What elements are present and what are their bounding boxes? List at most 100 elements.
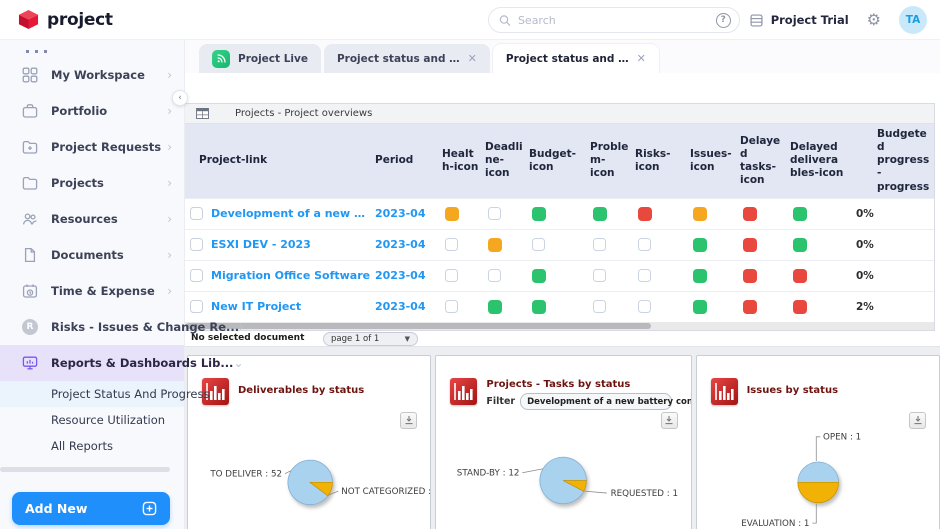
status-issues-indicator — [693, 300, 707, 314]
close-icon[interactable]: ✕ — [468, 52, 477, 65]
sidebar-item-documents[interactable]: Documents › — [0, 237, 184, 273]
table-body: Development of a new battery concept2023… — [185, 198, 934, 322]
status-risks-indicator — [638, 300, 651, 313]
sidebar-subitem-project-status-and-progress[interactable]: Project Status And Progress — [0, 381, 184, 407]
filter-value: Development of a new battery concept — [527, 397, 691, 407]
period-link[interactable]: 2023-04 — [372, 292, 439, 322]
status-budget-indicator — [532, 238, 545, 251]
dashboard-monitor-icon — [22, 355, 38, 371]
row-checkbox[interactable] — [190, 207, 203, 220]
row-checkbox[interactable] — [190, 300, 203, 313]
add-new-button[interactable]: Add New — [12, 492, 170, 525]
sidebar-item-reports-dashboards[interactable]: Reports & Dashboards Lib... ⌄ — [0, 345, 184, 381]
pager-value: page 1 of 1 — [331, 334, 379, 344]
sidebar-subitem-all-reports[interactable]: All Reports — [0, 433, 184, 459]
table-row: Development of a new battery concept2023… — [185, 198, 934, 229]
horizontal-scrollbar[interactable] — [185, 322, 934, 330]
topbar: project ? Project Trial ⚙ TA — [0, 0, 940, 40]
status-delayed-tasks-indicator — [743, 269, 757, 283]
sidebar-collapse-button[interactable]: ‹ — [172, 90, 188, 106]
sidebar-item-resources[interactable]: Resources › — [0, 201, 184, 237]
project-link[interactable]: Migration Office Software — [211, 269, 370, 282]
project-link[interactable]: New IT Project — [211, 300, 301, 313]
pie-slice-evaluation[interactable] — [797, 482, 838, 502]
column-header-2: Health-icon — [439, 144, 482, 178]
report-content: Projects - Project overviews Project-lin… — [185, 73, 940, 529]
project-link[interactable]: ESXI DEV - 2023 — [211, 238, 311, 251]
chevron-right-icon: › — [167, 68, 172, 82]
budgeted-progress-value: 2% — [847, 292, 935, 322]
sidebar: My Workspace › Portfolio › Project Reque… — [0, 40, 185, 529]
project-link[interactable]: Development of a new battery concept — [211, 207, 372, 220]
status-deadline-indicator — [488, 300, 502, 314]
table-header-row: Project-linkPeriodHealth-iconDeadline-ic… — [185, 124, 934, 198]
settings-gear-icon[interactable]: ⚙ — [867, 12, 881, 28]
status-health-indicator — [445, 207, 459, 221]
status-risks-indicator — [638, 269, 651, 282]
document-icon — [22, 247, 38, 263]
period-link[interactable]: 2023-04 — [372, 199, 439, 229]
project-trial[interactable]: Project Trial — [749, 13, 849, 28]
period-link[interactable]: 2023-04 — [372, 261, 439, 291]
sidebar-item-time-expense[interactable]: Time & Expense › — [0, 273, 184, 309]
row-checkbox[interactable] — [190, 238, 203, 251]
sidebar-label: Documents — [51, 248, 124, 262]
help-icon[interactable]: ? — [716, 13, 731, 28]
status-delayed-deliverables-indicator — [793, 269, 807, 283]
app-logo[interactable]: project — [0, 9, 113, 30]
pie-slice-open[interactable] — [797, 462, 838, 482]
sidebar-item-my-workspace[interactable]: My Workspace › — [0, 57, 184, 93]
budgeted-progress-value: 0% — [847, 199, 935, 229]
status-problem-indicator — [593, 238, 606, 251]
status-delayed-deliverables-indicator — [793, 300, 807, 314]
pager-select[interactable]: page 1 of 1 ▼ — [323, 332, 418, 346]
logo-text: project — [47, 10, 113, 30]
period-link[interactable]: 2023-04 — [372, 230, 439, 260]
download-chart-button[interactable] — [661, 412, 678, 429]
status-issues-indicator — [693, 238, 707, 252]
sidebar-item-portfolio[interactable]: Portfolio › — [0, 93, 184, 129]
column-header-4: Budget-icon — [526, 144, 587, 178]
close-icon[interactable]: ✕ — [637, 52, 646, 65]
search-icon — [499, 14, 511, 27]
no-selected-document-label: No selected document — [185, 333, 304, 343]
download-chart-button[interactable] — [909, 412, 926, 429]
tab-label: Project status and … — [506, 53, 629, 65]
sidebar-label: Risks - Issues & Change Re... — [51, 320, 239, 334]
sidebar-item-project-requests[interactable]: Project Requests › — [0, 129, 184, 165]
status-budget-indicator — [532, 207, 546, 221]
sidebar-item-risks-issues[interactable]: R Risks - Issues & Change Re... › — [0, 309, 184, 345]
user-avatar[interactable]: TA — [899, 6, 927, 34]
calendar-clock-icon — [22, 283, 38, 299]
download-icon — [664, 415, 674, 425]
chevron-down-icon: ▼ — [405, 335, 410, 343]
sidebar-label: Project Requests — [51, 140, 161, 154]
tab-project-live[interactable]: Project Live — [199, 44, 321, 73]
label-connector — [523, 468, 543, 472]
budgeted-progress-value: 0% — [847, 261, 935, 291]
scrollbar-thumb[interactable] — [186, 323, 651, 329]
sidebar-item-projects[interactable]: Projects › — [0, 165, 184, 201]
status-health-indicator — [445, 238, 458, 251]
project-filter-select[interactable]: Development of a new battery concept ⌄ — [520, 393, 672, 410]
chevron-right-icon: › — [167, 284, 172, 298]
column-header-8: Delayed tasks-icon — [737, 131, 787, 192]
sidebar-subitem-resource-utilization[interactable]: Resource Utilization — [0, 407, 184, 433]
briefcase-icon — [22, 103, 38, 119]
search-input[interactable] — [518, 14, 729, 27]
status-problem-indicator — [593, 207, 607, 221]
tab-project-status-2[interactable]: Project status and … ✕ — [493, 44, 659, 73]
status-risks-indicator — [638, 207, 652, 221]
filter-label: Filter — [486, 396, 515, 407]
column-header-5: Problem-icon — [587, 137, 632, 184]
sidebar-more-menu[interactable] — [0, 40, 184, 57]
row-checkbox[interactable] — [190, 269, 203, 282]
chart-title: Projects - Tasks by status — [486, 378, 672, 392]
column-header-3: Deadline-icon — [482, 137, 526, 184]
download-chart-button[interactable] — [400, 412, 417, 429]
chevron-right-icon: › — [167, 140, 172, 154]
label-connector — [816, 436, 820, 460]
search-bar[interactable] — [488, 7, 740, 33]
tab-project-status-1[interactable]: Project status and … ✕ — [324, 44, 490, 73]
bar-chart-icon — [450, 378, 477, 405]
